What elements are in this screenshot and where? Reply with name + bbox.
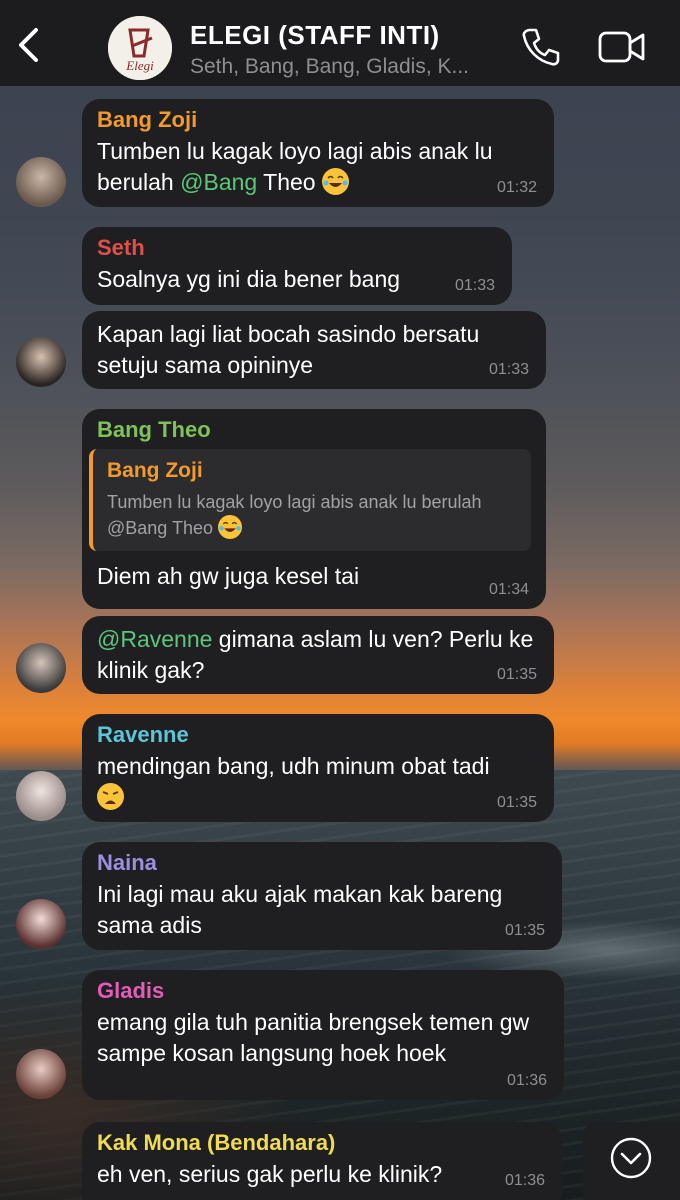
avatar-bang-theo[interactable] — [16, 643, 66, 693]
message-text: Soalnya yg ini dia bener bang — [97, 266, 401, 292]
message-time: 01:32 — [496, 179, 537, 196]
laughing-tears-emoji-icon — [322, 168, 349, 195]
mention-link[interactable]: @Bang — [180, 169, 257, 195]
message-bubble[interactable]: Bang Zoji Tumben lu kagak loyo lagi abis… — [82, 99, 554, 207]
video-camera-icon — [598, 31, 645, 63]
chevron-left-icon — [19, 28, 38, 62]
weary-face-emoji-icon — [97, 783, 124, 810]
avatar-naina[interactable] — [16, 899, 66, 949]
group-avatar[interactable]: Elegi — [108, 16, 172, 80]
svg-text:Elegi: Elegi — [125, 58, 154, 73]
message-bubble[interactable]: Bang Theo Bang Zoji Tumben lu kagak loyo… — [82, 409, 546, 609]
sender-name[interactable]: Bang Zoji — [97, 107, 539, 133]
group-members[interactable]: Seth, Bang, Bang, Gladis, K... — [190, 55, 510, 79]
video-call-button[interactable] — [598, 30, 646, 64]
message-bubble[interactable]: Seth Soalnya yg ini dia bener bang 01:33 — [82, 227, 512, 305]
sender-name[interactable]: Bang Theo — [97, 417, 531, 443]
message-time: 01:35 — [496, 666, 537, 683]
laughing-tears-emoji-icon — [218, 515, 243, 539]
mention-link[interactable]: @Ravenne — [97, 626, 212, 652]
sender-name[interactable]: Seth — [97, 235, 497, 261]
message-time: 01:33 — [488, 361, 529, 378]
sender-name[interactable]: Kak Mona (Bendahara) — [97, 1130, 547, 1156]
elegi-logo-icon: Elegi — [108, 16, 172, 80]
sender-name[interactable]: Gladis — [97, 978, 549, 1004]
message-time: 01:35 — [496, 794, 537, 811]
message-text: Ini lagi mau aku ajak makan kak bareng s… — [97, 881, 503, 938]
message-text: Diem ah gw juga kesel tai — [97, 563, 360, 589]
scroll-to-bottom-button[interactable] — [583, 1122, 680, 1200]
message-time: 01:35 — [504, 922, 545, 939]
quoted-sender: Bang Zoji — [107, 459, 203, 482]
call-button[interactable] — [520, 26, 562, 68]
message-bubble[interactable]: @Ravenne gimana aslam lu ven? Perlu ke k… — [82, 616, 554, 694]
message-text: eh ven, serius gak perlu ke klinik? — [97, 1161, 443, 1187]
back-button[interactable] — [12, 22, 48, 68]
message-text: @Ravenne gimana aslam lu ven? Perlu ke k… — [97, 626, 534, 683]
message-time: 01:36 — [506, 1072, 547, 1089]
message-bubble[interactable]: Naina Ini lagi mau aku ajak makan kak ba… — [82, 842, 562, 950]
message-time: 01:34 — [488, 581, 529, 598]
message-time: 01:36 — [504, 1172, 545, 1189]
chevron-down-circle-icon — [610, 1137, 652, 1179]
chat-header: Elegi ELEGI (STAFF INTI) Seth, Bang, Ban… — [0, 0, 680, 86]
quoted-text: Tumben lu kagak loyo lagi abis anak lu b… — [107, 492, 482, 539]
avatar-seth[interactable] — [16, 337, 66, 387]
message-bubble[interactable]: Kapan lagi liat bocah sasindo bersatu se… — [82, 311, 546, 389]
message-time: 01:33 — [454, 277, 495, 294]
avatar-ravenne[interactable] — [16, 771, 66, 821]
message-bubble[interactable]: Ravenne mendingan bang, udh minum obat t… — [82, 714, 554, 822]
message-text: Tumben lu kagak loyo lagi abis anak lu b… — [97, 138, 493, 195]
message-bubble[interactable]: Kak Mona (Bendahara) eh ven, serius gak … — [82, 1122, 562, 1200]
message-text: Kapan lagi liat bocah sasindo bersatu se… — [97, 321, 480, 378]
phone-icon — [522, 28, 560, 66]
avatar-gladis[interactable] — [16, 1049, 66, 1099]
quoted-reply[interactable]: Bang Zoji Tumben lu kagak loyo lagi abis… — [89, 449, 531, 551]
sender-name[interactable]: Ravenne — [97, 722, 539, 748]
message-text: emang gila tuh panitia brengsek temen gw… — [97, 1009, 530, 1066]
group-title[interactable]: ELEGI (STAFF INTI) — [190, 20, 440, 51]
sender-name[interactable]: Naina — [97, 850, 547, 876]
message-bubble[interactable]: Gladis emang gila tuh panitia brengsek t… — [82, 970, 564, 1100]
message-text: mendingan bang, udh minum obat tadi — [97, 751, 539, 813]
avatar-bang-zoji[interactable] — [16, 157, 66, 207]
